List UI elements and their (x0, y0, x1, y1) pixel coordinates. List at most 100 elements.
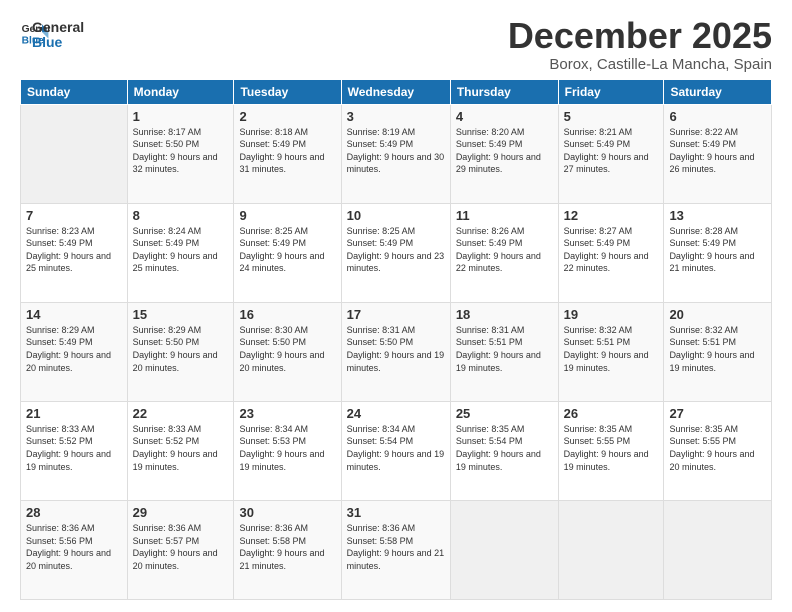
table-row: 7 Sunrise: 8:23 AMSunset: 5:49 PMDaylight… (21, 203, 128, 302)
day-info: Sunrise: 8:32 AMSunset: 5:51 PMDaylight:… (564, 325, 649, 373)
header-saturday: Saturday (664, 79, 772, 104)
header-friday: Friday (558, 79, 664, 104)
table-row: 17Sunrise: 8:31 AMSunset: 5:50 PMDayligh… (341, 302, 450, 401)
day-number: 26 (564, 406, 659, 421)
day-number: 4 (456, 109, 553, 124)
logo: General Blue General Blue (20, 16, 84, 51)
day-info: Sunrise: 8:33 AMSunset: 5:52 PMDaylight:… (133, 424, 218, 472)
table-row: 26 Sunrise: 8:35 AMSunset: 5:55 PMDayligh… (558, 401, 664, 500)
day-info: Sunrise: 8:25 AMSunset: 5:49 PMDaylight:… (239, 226, 324, 274)
table-row: 27Sunrise: 8:35 AMSunset: 5:55 PMDayligh… (664, 401, 772, 500)
day-number: 30 (239, 505, 335, 520)
calendar-title: December 2025 (508, 16, 772, 56)
header-monday: Monday (127, 79, 234, 104)
table-row: 5 Sunrise: 8:21 AMSunset: 5:49 PMDaylight… (558, 104, 664, 203)
day-info: Sunrise: 8:21 AMSunset: 5:49 PMDaylight:… (564, 127, 649, 175)
day-number: 8 (133, 208, 229, 223)
day-info: Sunrise: 8:36 AMSunset: 5:57 PMDaylight:… (133, 523, 218, 571)
day-info: Sunrise: 8:29 AMSunset: 5:50 PMDaylight:… (133, 325, 218, 373)
table-row: 1 Sunrise: 8:17 AMSunset: 5:50 PMDaylight… (127, 104, 234, 203)
day-info: Sunrise: 8:24 AMSunset: 5:49 PMDaylight:… (133, 226, 218, 274)
table-row: 30 Sunrise: 8:36 AMSunset: 5:58 PMDayligh… (234, 500, 341, 599)
table-row: 4Sunrise: 8:20 AMSunset: 5:49 PMDaylight… (450, 104, 558, 203)
table-row (21, 104, 128, 203)
table-row: 18 Sunrise: 8:31 AMSunset: 5:51 PMDayligh… (450, 302, 558, 401)
day-number: 7 (26, 208, 122, 223)
day-info: Sunrise: 8:34 AMSunset: 5:53 PMDaylight:… (239, 424, 324, 472)
day-info: Sunrise: 8:17 AMSunset: 5:50 PMDaylight:… (133, 127, 218, 175)
day-info: Sunrise: 8:36 AMSunset: 5:58 PMDaylight:… (239, 523, 324, 571)
day-info: Sunrise: 8:25 AMSunset: 5:49 PMDaylight:… (347, 226, 445, 274)
day-number: 6 (669, 109, 766, 124)
table-row: 15 Sunrise: 8:29 AMSunset: 5:50 PMDayligh… (127, 302, 234, 401)
day-info: Sunrise: 8:31 AMSunset: 5:51 PMDaylight:… (456, 325, 541, 373)
day-number: 3 (347, 109, 445, 124)
table-row (450, 500, 558, 599)
table-row: 24 Sunrise: 8:34 AMSunset: 5:54 PMDayligh… (341, 401, 450, 500)
day-number: 9 (239, 208, 335, 223)
day-number: 25 (456, 406, 553, 421)
day-info: Sunrise: 8:30 AMSunset: 5:50 PMDaylight:… (239, 325, 324, 373)
table-row: 20Sunrise: 8:32 AMSunset: 5:51 PMDayligh… (664, 302, 772, 401)
day-number: 17 (347, 307, 445, 322)
day-info: Sunrise: 8:26 AMSunset: 5:49 PMDaylight:… (456, 226, 541, 274)
day-number: 2 (239, 109, 335, 124)
table-row: 3 Sunrise: 8:19 AMSunset: 5:49 PMDaylight… (341, 104, 450, 203)
day-info: Sunrise: 8:35 AMSunset: 5:55 PMDaylight:… (564, 424, 649, 472)
header-tuesday: Tuesday (234, 79, 341, 104)
day-info: Sunrise: 8:18 AMSunset: 5:49 PMDaylight:… (239, 127, 324, 175)
header-wednesday: Wednesday (341, 79, 450, 104)
day-info: Sunrise: 8:34 AMSunset: 5:54 PMDaylight:… (347, 424, 445, 472)
day-info: Sunrise: 8:28 AMSunset: 5:49 PMDaylight:… (669, 226, 754, 274)
table-row (558, 500, 664, 599)
table-row: 2 Sunrise: 8:18 AMSunset: 5:49 PMDaylight… (234, 104, 341, 203)
day-number: 18 (456, 307, 553, 322)
table-row: 29 Sunrise: 8:36 AMSunset: 5:57 PMDayligh… (127, 500, 234, 599)
day-number: 15 (133, 307, 229, 322)
table-row: 12 Sunrise: 8:27 AMSunset: 5:49 PMDayligh… (558, 203, 664, 302)
day-info: Sunrise: 8:22 AMSunset: 5:49 PMDaylight:… (669, 127, 754, 175)
day-number: 12 (564, 208, 659, 223)
day-number: 24 (347, 406, 445, 421)
table-row: 9 Sunrise: 8:25 AMSunset: 5:49 PMDaylight… (234, 203, 341, 302)
day-number: 31 (347, 505, 445, 520)
table-row: 13Sunrise: 8:28 AMSunset: 5:49 PMDayligh… (664, 203, 772, 302)
header-sunday: Sunday (21, 79, 128, 104)
calendar-header-row: Sunday Monday Tuesday Wednesday Thursday… (21, 79, 772, 104)
table-row: 19 Sunrise: 8:32 AMSunset: 5:51 PMDayligh… (558, 302, 664, 401)
calendar-week-row: 7 Sunrise: 8:23 AMSunset: 5:49 PMDaylight… (21, 203, 772, 302)
day-number: 21 (26, 406, 122, 421)
day-info: Sunrise: 8:23 AMSunset: 5:49 PMDaylight:… (26, 226, 111, 274)
calendar-week-row: 1 Sunrise: 8:17 AMSunset: 5:50 PMDaylight… (21, 104, 772, 203)
table-row: 16 Sunrise: 8:30 AMSunset: 5:50 PMDayligh… (234, 302, 341, 401)
calendar-subtitle: Borox, Castille-La Mancha, Spain (508, 56, 772, 73)
day-info: Sunrise: 8:29 AMSunset: 5:49 PMDaylight:… (26, 325, 111, 373)
header-thursday: Thursday (450, 79, 558, 104)
day-number: 22 (133, 406, 229, 421)
day-info: Sunrise: 8:35 AMSunset: 5:55 PMDaylight:… (669, 424, 754, 472)
logo-text-general: General (32, 20, 84, 35)
day-number: 14 (26, 307, 122, 322)
day-info: Sunrise: 8:36 AMSunset: 5:56 PMDaylight:… (26, 523, 111, 571)
table-row: 31 Sunrise: 8:36 AMSunset: 5:58 PMDayligh… (341, 500, 450, 599)
day-number: 10 (347, 208, 445, 223)
day-number: 1 (133, 109, 229, 124)
calendar-table: Sunday Monday Tuesday Wednesday Thursday… (20, 79, 772, 600)
title-block: December 2025 Borox, Castille-La Mancha,… (508, 16, 772, 73)
table-row: 23Sunrise: 8:34 AMSunset: 5:53 PMDayligh… (234, 401, 341, 500)
day-number: 5 (564, 109, 659, 124)
table-row: 28Sunrise: 8:36 AMSunset: 5:56 PMDayligh… (21, 500, 128, 599)
table-row: 6 Sunrise: 8:22 AMSunset: 5:49 PMDaylight… (664, 104, 772, 203)
calendar-week-row: 21 Sunrise: 8:33 AMSunset: 5:52 PMDayligh… (21, 401, 772, 500)
day-number: 19 (564, 307, 659, 322)
day-info: Sunrise: 8:33 AMSunset: 5:52 PMDaylight:… (26, 424, 111, 472)
day-number: 29 (133, 505, 229, 520)
day-info: Sunrise: 8:36 AMSunset: 5:58 PMDaylight:… (347, 523, 445, 571)
table-row: 10 Sunrise: 8:25 AMSunset: 5:49 PMDayligh… (341, 203, 450, 302)
day-info: Sunrise: 8:19 AMSunset: 5:49 PMDaylight:… (347, 127, 445, 175)
table-row: 14 Sunrise: 8:29 AMSunset: 5:49 PMDayligh… (21, 302, 128, 401)
day-info: Sunrise: 8:27 AMSunset: 5:49 PMDaylight:… (564, 226, 649, 274)
day-number: 11 (456, 208, 553, 223)
table-row: 25Sunrise: 8:35 AMSunset: 5:54 PMDayligh… (450, 401, 558, 500)
day-number: 16 (239, 307, 335, 322)
